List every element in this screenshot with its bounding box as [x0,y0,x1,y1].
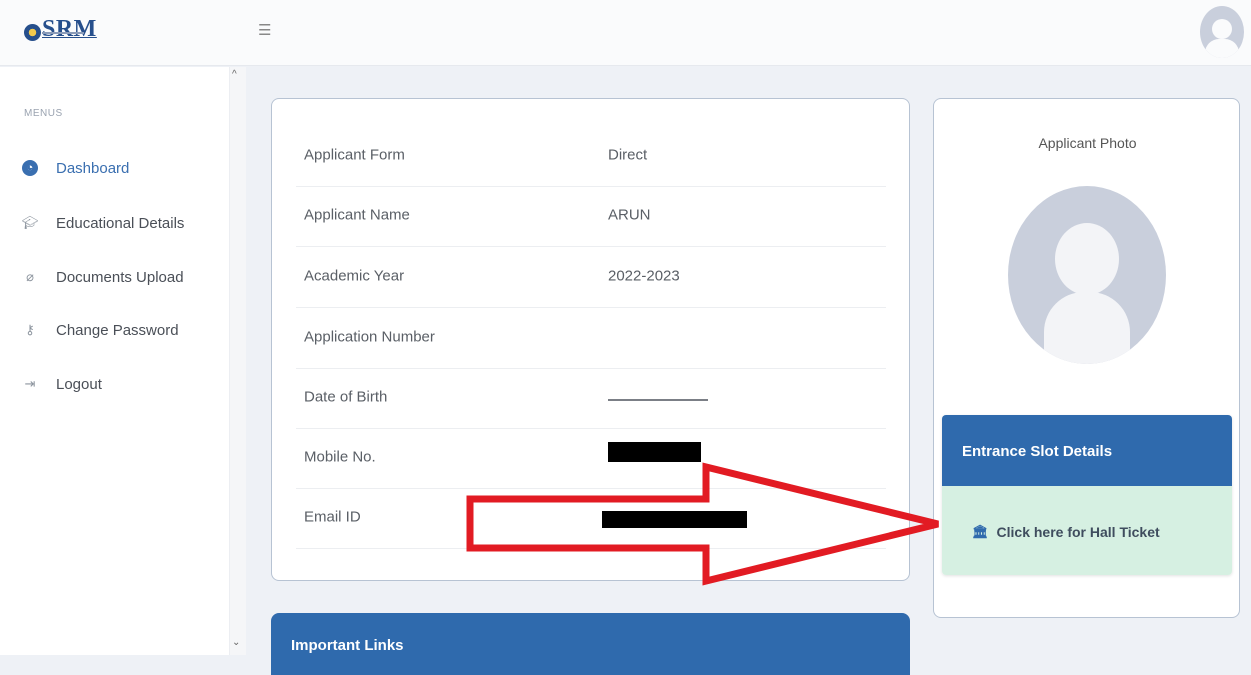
info-row-academic-year: Academic Year 2022-2023 [296,248,886,308]
info-label: Email ID [304,508,361,526]
sidebar-item-label: Educational Details [56,214,185,232]
paperclip-icon: ⌀ [26,269,34,284]
hall-ticket-link[interactable]: 🏛︎ Click here for Hall Ticket [972,524,1160,540]
dob-partially-hidden-value [608,397,708,403]
sidebar-item-dashboard[interactable]: ◔ Dashboard [22,157,129,179]
info-label: Applicant Form [304,146,405,164]
logo-tagline [42,32,84,34]
hall-ticket-label: Click here for Hall Ticket [996,524,1160,540]
scroll-up-icon[interactable]: ^ [232,69,237,80]
sidebar-item-change-password[interactable]: ⚷ Change Password [22,319,179,341]
info-value: ARUN [608,206,651,224]
dashboard-icon: ◔ [22,160,38,176]
info-label: Mobile No. [304,448,376,466]
redacted-mobile [608,442,701,462]
info-row-mobile: Mobile No. [296,429,886,489]
info-label: Application Number [304,328,435,346]
bank-icon: 🏛︎ [972,524,989,539]
applicant-info-card: Applicant Form Direct Applicant Name ARU… [271,98,910,581]
sidebar-item-documents-upload[interactable]: ⌀ Documents Upload [22,266,184,288]
info-label: Date of Birth [304,388,388,406]
graduation-cap-icon: 🎓︎ [21,215,39,230]
srm-logo[interactable]: SRM [24,14,97,48]
applicant-photo-placeholder-icon [1008,186,1166,364]
applicant-photo-label: Applicant Photo [1038,135,1137,151]
sidebar-footer [0,655,246,675]
hall-ticket-area: 🏛︎ Click here for Hall Ticket [942,486,1232,575]
top-bar: SRM ☰ [0,0,1251,66]
entrance-slot-header: Entrance Slot Details [942,415,1232,486]
user-avatar-icon[interactable] [1200,6,1244,58]
sidebar-item-label: Logout [56,375,102,393]
sidebar-item-label: Documents Upload [56,268,184,286]
logo-emblem-icon [24,24,41,41]
info-row-applicant-form: Applicant Form Direct [296,127,886,187]
info-label: Academic Year [304,267,405,285]
sidebar-item-label: Change Password [56,321,179,339]
hamburger-icon[interactable]: ☰ [258,21,271,41]
info-row-email: Email ID [296,489,886,549]
sidebar-item-logout[interactable]: ⇥ Logout [22,373,102,395]
info-value: Direct [608,146,648,164]
entrance-slot-title: Entrance Slot Details [962,443,1113,460]
applicant-photo-card: Applicant Photo Entrance Slot Details 🏛︎… [933,98,1240,618]
scroll-down-icon[interactable]: ⌄ [232,637,240,648]
logout-icon: ⇥ [24,376,36,391]
sidebar-scrollbar[interactable] [229,67,246,655]
info-row-applicant-name: Applicant Name ARUN [296,187,886,247]
info-row-application-number: Application Number [296,309,886,369]
logo-text: SRM [42,16,97,42]
key-icon: ⚷ [25,322,35,337]
sidebar-item-educational-details[interactable]: 🎓︎ Educational Details [21,212,185,234]
info-row-date-of-birth: Date of Birth [296,369,886,429]
info-value: 2022-2023 [608,267,680,285]
redacted-email [602,511,747,528]
important-links-title: Important Links [291,637,404,654]
important-links-card: Important Links [271,613,910,675]
sidebar-item-label: Dashboard [56,159,130,177]
entrance-slot-panel: Entrance Slot Details 🏛︎ Click here for … [942,415,1232,575]
info-label: Applicant Name [304,206,410,224]
menus-section-label: MENUS [24,108,63,119]
